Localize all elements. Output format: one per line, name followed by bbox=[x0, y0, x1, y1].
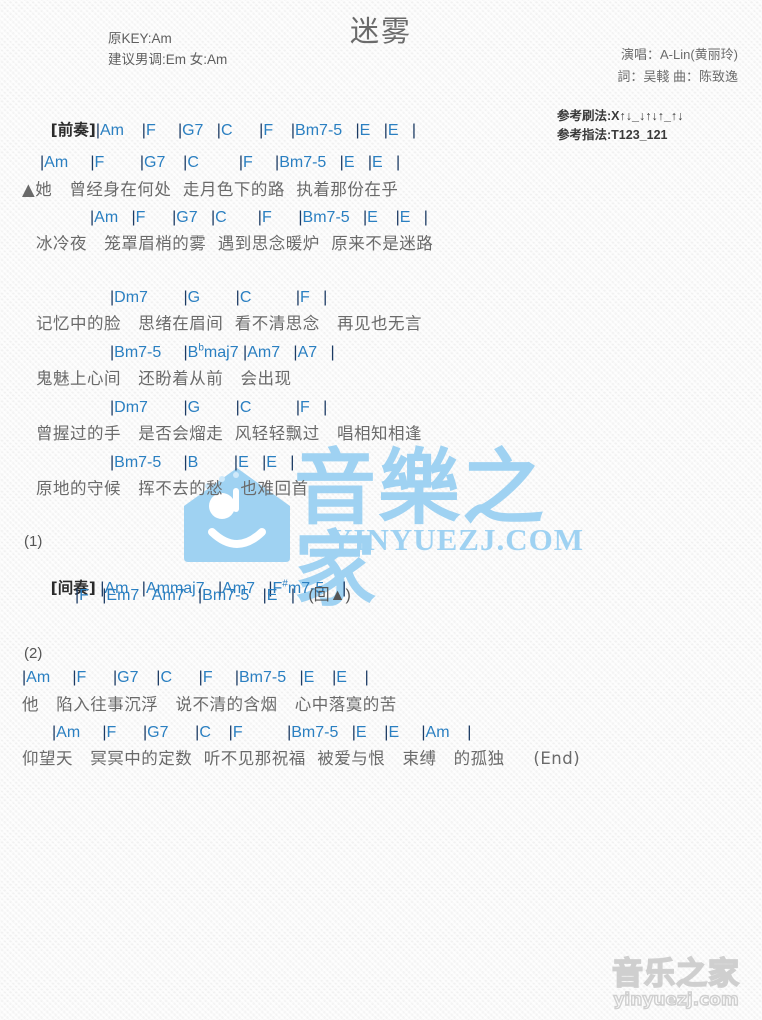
fingerstyle-label: 参考指法: bbox=[557, 128, 612, 142]
bottom-watermark-url: yinyuezj.com bbox=[613, 990, 740, 1010]
original-key: 原KEY:Am bbox=[108, 31, 172, 46]
verse3-lyrics-a: 曾握过的手 是否会熘走 风轻轻飘过 唱相知相逢 bbox=[36, 424, 422, 443]
verse4-chords-b: |Am |F |G7 |C |F |Bm7-5 |E |E |Am | bbox=[52, 724, 472, 741]
verse2-lyrics-b: 鬼魅上心间 还盼着从前 会出现 bbox=[36, 369, 292, 388]
chord-sheet-page: 音樂之家 YINYUEZJ.COM 音乐之家 yinyuezj.com 迷雾 原… bbox=[0, 0, 762, 1020]
verse1-lyrics-a: ▲她 曾经身在何处 走月色下的路 执着那份在乎 bbox=[22, 180, 399, 199]
verse3-chords-b: |Bm7-5 |B |E |E | bbox=[110, 454, 295, 471]
play-technique-block: 参考刷法:X↑↓_↓↑↓↑_↑↓ 参考指法:T123_121 bbox=[557, 107, 747, 145]
verse1-chords-b: |Am |F |G7 |C |F |Bm7-5 |E |E | bbox=[90, 209, 428, 226]
interlude-chords-b: |F |Em7 Am7 |Bm7-5 |E | (回▲) bbox=[75, 587, 351, 604]
strum-pattern-value: X↑↓_↓↑↓↑_↑↓ bbox=[611, 109, 684, 123]
verse2-chords-a: |Dm7 |G |C |F | bbox=[110, 289, 328, 306]
intro-chord-row: [前奏]|Am |F |G7 |C |F |Bm7-5 |E |E | bbox=[24, 100, 416, 159]
strum-label: 参考刷法: bbox=[557, 109, 612, 123]
intro-section-tag: [前奏] bbox=[50, 121, 96, 139]
fingerstyle-row: 参考指法:T123_121 bbox=[557, 126, 747, 145]
strum-pattern-row: 参考刷法:X↑↓_↓↑↓↑_↑↓ bbox=[557, 107, 747, 126]
verse3-chords-a: |Dm7 |G |C |F | bbox=[110, 399, 328, 416]
fingerstyle-value: T123_121 bbox=[611, 128, 668, 142]
verse4-chords-a: |Am |F |G7 |C |F |Bm7-5 |E |E | bbox=[22, 669, 369, 686]
key-info-block: 原KEY:Am 建议男调:Em 女:Am bbox=[108, 28, 227, 70]
verse1-chords-a: |Am |F |G7 |C |F |Bm7-5 |E |E | bbox=[40, 154, 401, 171]
bottom-watermark: 音乐之家 yinyuezj.com bbox=[596, 956, 756, 1011]
watermark-url-text: YINYUEZJ.COM bbox=[330, 522, 584, 557]
verse4-lyrics-b: 仰望天 冥冥中的定数 听不见那祝福 被爱与恨 束缚 的孤独 (End) bbox=[22, 749, 581, 768]
suggested-key: 建议男调:Em 女:Am bbox=[108, 52, 228, 67]
verse1-lyrics-b: 冰冷夜 笼罩眉梢的雾 遇到思念暖炉 原来不是迷路 bbox=[36, 234, 434, 253]
singer-credit: 演唱：A-Lin(黄丽玲) bbox=[620, 47, 738, 62]
verse2-lyrics-a: 记忆中的脸 思绪在眉间 看不清思念 再见也无言 bbox=[36, 314, 422, 333]
section-marker-1: (1) bbox=[24, 533, 43, 550]
bottom-watermark-chinese: 音乐之家 bbox=[611, 956, 740, 992]
credits-block: 演唱：A-Lin(黄丽玲) 詞：吴輚 曲：陈致逸 bbox=[617, 44, 738, 88]
verse4-lyrics-a: 他 陷入往事沉浮 说不清的含烟 心中落寞的苦 bbox=[22, 695, 397, 714]
verse2-chords-b: |Bm7-5 |Bbmaj7 |Am7 |A7 | bbox=[110, 342, 335, 361]
verse3-lyrics-b: 原地的守候 挥不去的愁 也难回首 bbox=[36, 479, 309, 498]
intro-chords: |Am |F |G7 |C |F |Bm7-5 |E |E | bbox=[95, 122, 417, 139]
section-marker-2: (2) bbox=[24, 645, 43, 662]
writer-composer-credit: 詞：吴輚 曲：陈致逸 bbox=[617, 69, 738, 84]
